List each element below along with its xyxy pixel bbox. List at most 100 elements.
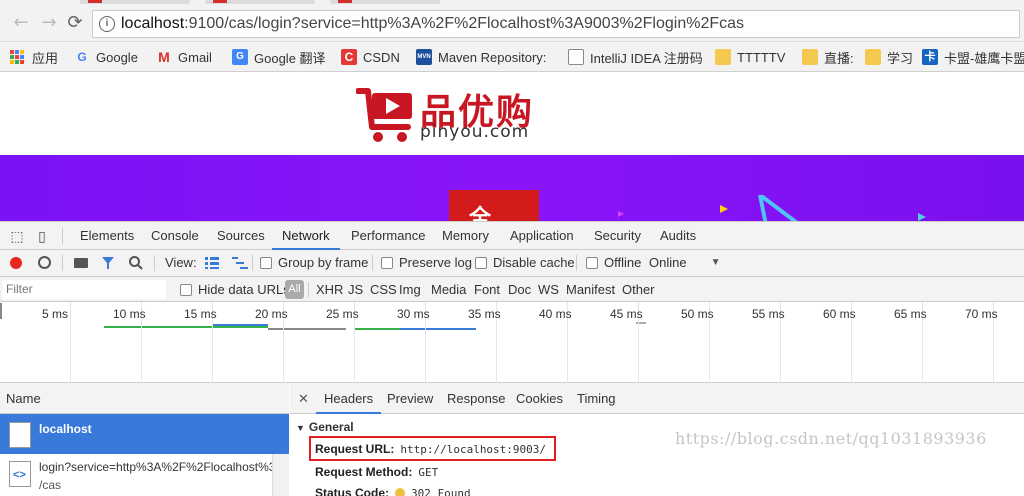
csdn-icon: C: [341, 49, 357, 65]
request-row[interactable]: login?service=http%3A%2F%2Flocalhost%3..…: [0, 454, 289, 496]
filter-xhr[interactable]: XHR: [316, 281, 343, 299]
timeline-bar-request: [212, 324, 268, 326]
network-overview-timeline[interactable]: 5 ms 10 ms 15 ms 20 ms 25 ms 30 ms 35 ms 40 ms 4…: [0, 302, 1024, 383]
record-icon[interactable]: [10, 257, 22, 269]
info-icon[interactable]: i: [99, 16, 115, 32]
filter-font[interactable]: Font: [474, 281, 500, 299]
filter-media[interactable]: Media: [431, 281, 466, 299]
tab-timing[interactable]: Timing: [577, 383, 616, 414]
group-by-frame-checkbox[interactable]: Group by frame: [260, 254, 368, 272]
banner-card: 全: [449, 190, 539, 221]
request-list: Name localhost login?service=http%3A%2F%…: [0, 383, 289, 496]
shopping-cart-logo-icon[interactable]: [356, 83, 416, 147]
divider: [62, 255, 63, 271]
filter-img[interactable]: Img: [399, 281, 421, 299]
request-url-row: Request URL: http://localhost:9003/: [315, 442, 546, 456]
hide-data-urls-checkbox[interactable]: Hide data URLs: [180, 281, 290, 299]
tab-network[interactable]: Network: [272, 222, 340, 250]
name-column-header[interactable]: Name: [0, 383, 289, 414]
filter-manifest[interactable]: Manifest: [566, 281, 615, 299]
tab-memory[interactable]: Memory: [442, 222, 489, 250]
bookmark-intellij[interactable]: IntelliJ IDEA 注册码: [568, 48, 703, 66]
bookmark-maven[interactable]: MVN Maven Repository:: [416, 48, 546, 66]
tab-favicon: [88, 0, 102, 3]
banner-decoration: [618, 195, 926, 221]
offline-checkbox[interactable]: Offline: [586, 254, 641, 272]
browser-tab[interactable]: [80, 0, 190, 4]
screenshot-icon[interactable]: [74, 258, 88, 268]
address-url[interactable]: localhost:9100/cas/login?service=http%3A…: [121, 15, 744, 33]
filter-other[interactable]: Other: [622, 281, 655, 299]
preserve-log-checkbox[interactable]: Preserve log: [381, 254, 472, 272]
general-section-header[interactable]: ▼ General: [296, 420, 354, 434]
timeline-tick-label: 25 ms: [326, 307, 359, 321]
filter-all[interactable]: All: [285, 280, 304, 299]
bookmark-kameng[interactable]: 卡 卡盟-雄鹰卡盟: [922, 48, 1024, 66]
network-controls: View: Group by frame Preserve log Disabl…: [0, 250, 1024, 277]
watermark: https://blog.csdn.net/qq1031893936: [675, 429, 987, 448]
filter-css[interactable]: CSS: [370, 281, 397, 299]
tab-performance[interactable]: Performance: [351, 222, 425, 250]
bookmark-apps[interactable]: 应用: [10, 48, 58, 66]
bookmark-folder-ttttv[interactable]: TTTTTV: [715, 48, 785, 66]
tab-preview[interactable]: Preview: [387, 383, 433, 414]
bookmark-gmail[interactable]: M Gmail: [156, 48, 212, 66]
browser-tab[interactable]: [330, 0, 440, 4]
browser-tab[interactable]: [205, 0, 315, 4]
gmail-icon: M: [158, 49, 170, 65]
tab-response[interactable]: Response: [447, 383, 506, 414]
bookmark-folder-study[interactable]: 学习: [865, 48, 913, 66]
tab-console[interactable]: Console: [151, 222, 199, 250]
tab-security[interactable]: Security: [594, 222, 641, 250]
address-bar[interactable]: i localhost:9100/cas/login?service=http%…: [92, 10, 1020, 38]
promo-banner[interactable]: 全: [0, 155, 1024, 221]
throttle-select[interactable]: Online ▼: [649, 254, 720, 272]
waterfall-icon[interactable]: [232, 257, 248, 269]
bookmark-label: Google 翻译: [254, 50, 326, 66]
scrollbar[interactable]: [272, 454, 289, 496]
tab-sources[interactable]: Sources: [217, 222, 265, 250]
request-path: /cas: [39, 478, 62, 492]
close-icon[interactable]: ✕: [298, 383, 309, 414]
status-dot-icon: [395, 488, 406, 496]
inspect-element-icon[interactable]: ⬚: [8, 227, 26, 245]
clear-icon[interactable]: [38, 256, 51, 269]
tab-audits[interactable]: Audits: [660, 222, 696, 250]
reload-icon[interactable]: ⟳: [64, 12, 86, 34]
devtools-tabbar: ⬚ ▯ Elements Console Sources Network Per…: [0, 222, 1024, 250]
bookmark-google[interactable]: G Google: [74, 48, 138, 66]
tab-favicon: [338, 0, 352, 3]
tab-elements[interactable]: Elements: [80, 222, 134, 250]
filter-ws[interactable]: WS: [538, 281, 559, 299]
status-code-row: Status Code: 302 Found: [315, 486, 471, 496]
divider: [252, 255, 253, 271]
filter-doc[interactable]: Doc: [508, 281, 531, 299]
disable-cache-checkbox[interactable]: Disable cache: [475, 254, 575, 272]
timeline-bar-document: [104, 326, 268, 328]
request-row[interactable]: localhost: [0, 414, 289, 454]
tab-cookies[interactable]: Cookies: [516, 383, 563, 414]
bookmark-csdn[interactable]: C CSDN: [341, 48, 400, 66]
large-rows-icon[interactable]: [205, 257, 219, 269]
timeline-tick-label: 60 ms: [823, 307, 856, 321]
timeline-tick-label: 15 ms: [184, 307, 217, 321]
bookmark-google-translate[interactable]: G Google 翻译: [232, 48, 326, 66]
filter-js[interactable]: JS: [348, 281, 363, 299]
divider: [62, 228, 63, 244]
filter-input[interactable]: [2, 280, 166, 299]
forward-icon[interactable]: →: [38, 12, 60, 34]
back-icon[interactable]: ←: [10, 12, 32, 34]
search-icon[interactable]: [128, 255, 144, 271]
tab-headers[interactable]: Headers: [316, 383, 382, 414]
filter-icon[interactable]: [101, 256, 115, 270]
tab-favicon: [213, 0, 227, 3]
apps-grid-icon: [10, 50, 24, 64]
request-url-label: Request URL:: [315, 442, 395, 456]
tab-application[interactable]: Application: [510, 222, 574, 250]
bookmark-folder-live[interactable]: 直播:: [802, 48, 854, 66]
bookmark-label: Google: [96, 49, 138, 65]
html-document-icon: [9, 461, 31, 487]
status-code-value: 302 Found: [411, 487, 471, 496]
filter-bar: Hide data URLs All XHR JS CSS Img Media …: [0, 277, 1024, 302]
device-toolbar-icon[interactable]: ▯: [33, 227, 51, 245]
